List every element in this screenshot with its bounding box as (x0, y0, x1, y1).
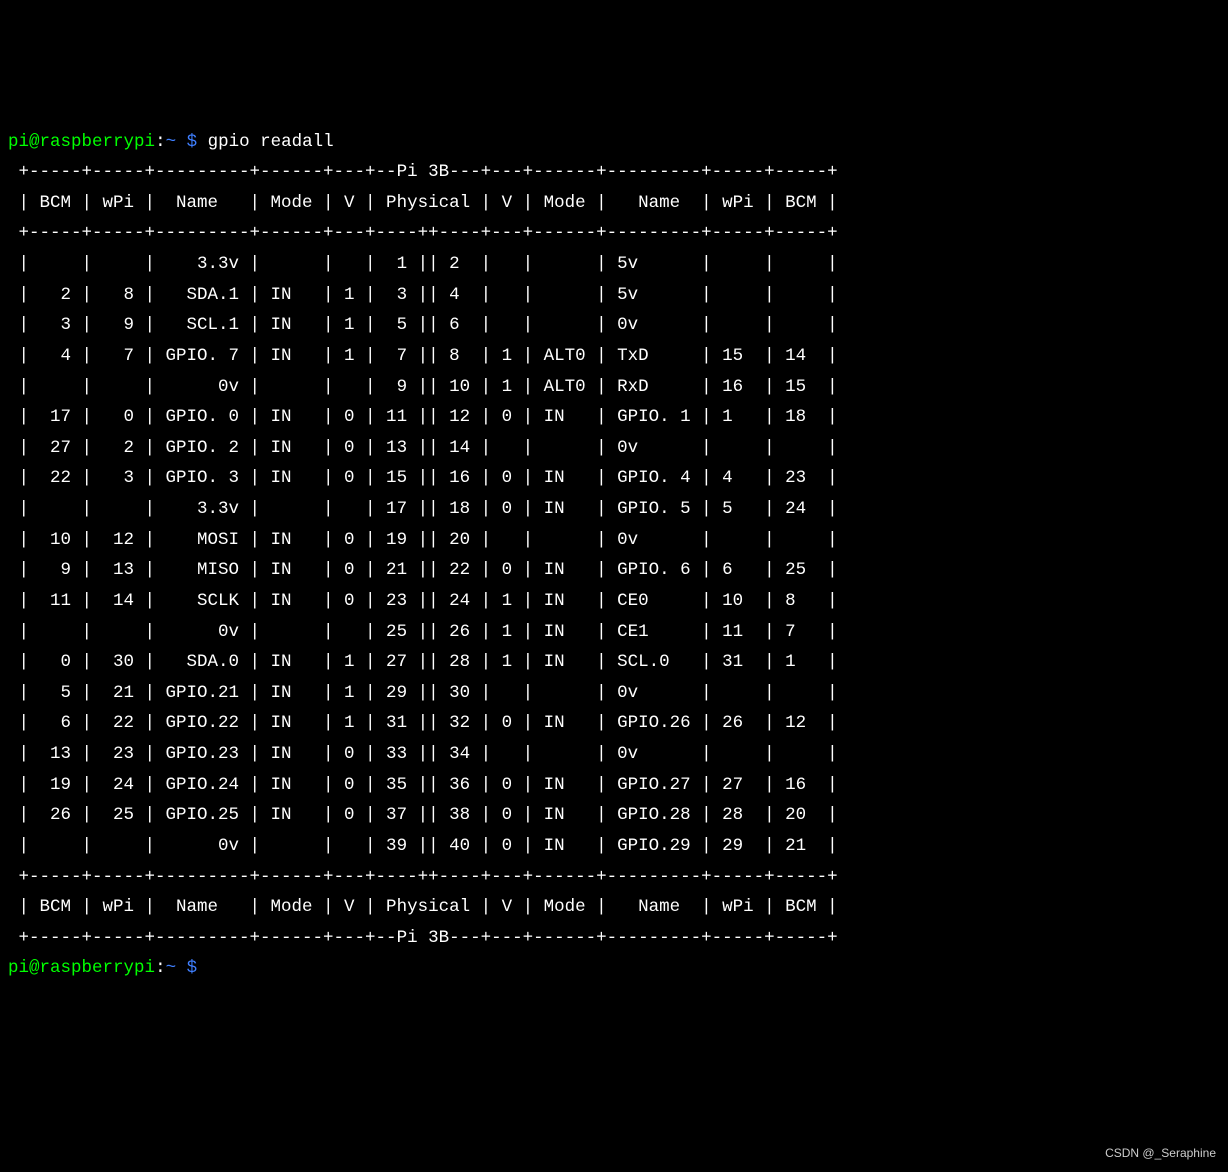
command-text: gpio readall (208, 132, 334, 152)
gpio-row: | 0 | 30 | SDA.0 | IN | 1 | 27 || 28 | 1… (8, 652, 838, 672)
gpio-row: | 10 | 12 | MOSI | IN | 0 | 19 || 20 | |… (8, 530, 838, 550)
gpio-row: | 19 | 24 | GPIO.24 | IN | 0 | 35 || 36 … (8, 775, 838, 795)
terminal-output: pi@raspberrypi:~ $ gpio readall +-----+-… (8, 127, 1220, 985)
gpio-row: | | | 3.3v | | | 17 || 18 | 0 | IN | GPI… (8, 499, 838, 519)
gpio-row: | 22 | 3 | GPIO. 3 | IN | 0 | 15 || 16 |… (8, 468, 838, 488)
gpio-row: | | | 3.3v | | | 1 || 2 | | | 5v | | | (8, 254, 838, 274)
gpio-row: | 2 | 8 | SDA.1 | IN | 1 | 3 || 4 | | | … (8, 285, 838, 305)
gpio-row: | 3 | 9 | SCL.1 | IN | 1 | 5 || 6 | | | … (8, 315, 838, 335)
gpio-row: | 27 | 2 | GPIO. 2 | IN | 0 | 13 || 14 |… (8, 438, 838, 458)
gpio-row: | | | 0v | | | 39 || 40 | 0 | IN | GPIO.… (8, 836, 838, 856)
gpio-row: | 9 | 13 | MISO | IN | 0 | 21 || 22 | 0 … (8, 560, 838, 580)
watermark: CSDN @_Seraphine (1105, 1143, 1216, 1164)
gpio-row: | 6 | 22 | GPIO.22 | IN | 1 | 31 || 32 |… (8, 713, 838, 733)
gpio-row: | 26 | 25 | GPIO.25 | IN | 0 | 37 || 38 … (8, 805, 838, 825)
gpio-row: | | | 0v | | | 9 || 10 | 1 | ALT0 | RxD … (8, 377, 838, 397)
prompt-cursor[interactable]: $ (176, 958, 208, 978)
gpio-row: | 4 | 7 | GPIO. 7 | IN | 1 | 7 || 8 | 1 … (8, 346, 838, 366)
gpio-row: | | | 0v | | | 25 || 26 | 1 | IN | CE1 |… (8, 622, 838, 642)
gpio-row: | 11 | 14 | SCLK | IN | 0 | 23 || 24 | 1… (8, 591, 838, 611)
gpio-row: | 17 | 0 | GPIO. 0 | IN | 0 | 11 || 12 |… (8, 407, 838, 427)
gpio-row: | 13 | 23 | GPIO.23 | IN | 0 | 33 || 34 … (8, 744, 838, 764)
gpio-row: | 5 | 21 | GPIO.21 | IN | 1 | 29 || 30 |… (8, 683, 838, 703)
